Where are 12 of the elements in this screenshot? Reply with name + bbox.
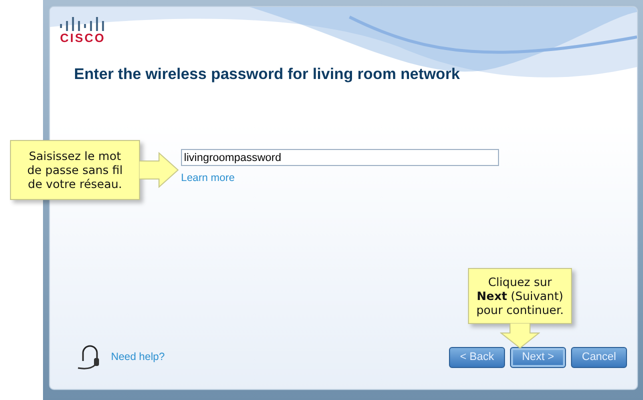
headset-icon: [76, 343, 102, 371]
wizard-button[interactable]: Cancel: [571, 346, 627, 368]
logo-bars-icon: [60, 17, 106, 31]
callout-arrow: [500, 323, 540, 349]
logo-text: CISCO: [60, 32, 106, 44]
password-field[interactable]: livingroompassword: [181, 149, 499, 166]
need-help-link[interactable]: Need help?: [111, 351, 165, 363]
callout-arrow: [139, 152, 179, 188]
learn-more-link[interactable]: Learn more: [181, 172, 235, 184]
wizard-button[interactable]: Next >: [510, 346, 566, 368]
page-heading: Enter the wireless password for living room network: [74, 66, 461, 84]
wizard-button[interactable]: < Back: [449, 346, 505, 368]
